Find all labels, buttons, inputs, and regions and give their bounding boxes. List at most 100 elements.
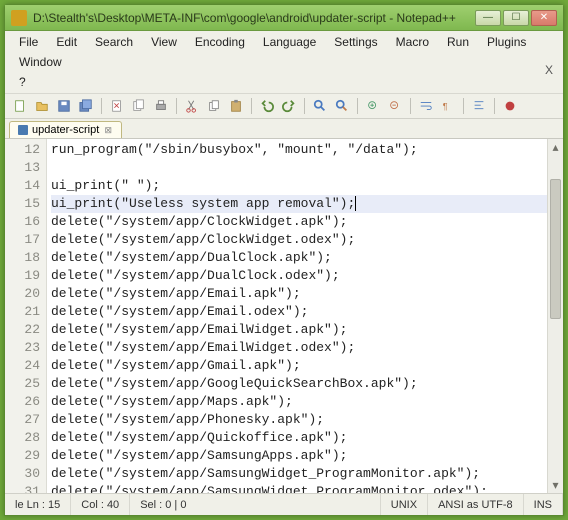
editor: 1213141516171819202122232425262728293031… <box>5 139 563 493</box>
code-line[interactable]: delete("/system/app/ClockWidget.apk"); <box>51 213 559 231</box>
find-icon[interactable] <box>311 97 329 115</box>
code-line[interactable]: delete("/system/app/SamsungWidget_Progra… <box>51 483 559 493</box>
replace-icon[interactable] <box>333 97 351 115</box>
close-all-icon[interactable] <box>130 97 148 115</box>
line-number: 17 <box>7 231 40 249</box>
line-number: 16 <box>7 213 40 231</box>
menu-search[interactable]: Search <box>87 33 141 51</box>
zoom-in-icon[interactable] <box>364 97 382 115</box>
app-window: D:\Stealth's\Desktop\META-INF\com\google… <box>4 4 564 516</box>
menu-view[interactable]: View <box>143 33 185 51</box>
svg-text:¶: ¶ <box>443 102 448 112</box>
line-number: 15 <box>7 195 40 213</box>
code-line[interactable]: delete("/system/app/EmailWidget.apk"); <box>51 321 559 339</box>
redo-icon[interactable] <box>280 97 298 115</box>
line-number: 21 <box>7 303 40 321</box>
paste-icon[interactable] <box>227 97 245 115</box>
zoom-out-icon[interactable] <box>386 97 404 115</box>
code-line[interactable]: run_program("/sbin/busybox", "mount", "/… <box>51 141 559 159</box>
line-number: 27 <box>7 411 40 429</box>
status-line: le Ln : 15 <box>5 494 71 515</box>
line-number: 22 <box>7 321 40 339</box>
code-line[interactable]: ui_print(" "); <box>51 177 559 195</box>
code-line[interactable]: delete("/system/app/SamsungWidget_Progra… <box>51 465 559 483</box>
line-number: 14 <box>7 177 40 195</box>
line-number: 25 <box>7 375 40 393</box>
scroll-down-icon[interactable]: ▾ <box>548 477 563 493</box>
open-file-icon[interactable] <box>33 97 51 115</box>
code-line[interactable]: delete("/system/app/Maps.apk"); <box>51 393 559 411</box>
close-file-icon[interactable] <box>108 97 126 115</box>
status-eol: UNIX <box>381 494 428 515</box>
code-line[interactable]: delete("/system/app/EmailWidget.odex"); <box>51 339 559 357</box>
line-number: 29 <box>7 447 40 465</box>
code-line[interactable]: delete("/system/app/Quickoffice.apk"); <box>51 429 559 447</box>
toolbar: ¶ <box>5 94 563 119</box>
app-icon <box>11 10 27 26</box>
copy-icon[interactable] <box>205 97 223 115</box>
code-line[interactable]: delete("/system/app/ClockWidget.odex"); <box>51 231 559 249</box>
cut-icon[interactable] <box>183 97 201 115</box>
save-icon[interactable] <box>55 97 73 115</box>
save-all-icon[interactable] <box>77 97 95 115</box>
titlebar[interactable]: D:\Stealth's\Desktop\META-INF\com\google… <box>5 5 563 31</box>
maximize-button[interactable]: ☐ <box>503 10 529 26</box>
minimize-button[interactable]: — <box>475 10 501 26</box>
code-line[interactable]: delete("/system/app/GoogleQuickSearchBox… <box>51 375 559 393</box>
status-sel: Sel : 0 | 0 <box>130 494 381 515</box>
vertical-scrollbar[interactable]: ▴ ▾ <box>547 139 563 493</box>
line-number: 26 <box>7 393 40 411</box>
code-line[interactable]: delete("/system/app/DualClock.apk"); <box>51 249 559 267</box>
tab-close-icon[interactable]: ⊠ <box>103 125 113 135</box>
show-all-icon[interactable]: ¶ <box>439 97 457 115</box>
scroll-up-icon[interactable]: ▴ <box>548 139 563 155</box>
menu-file[interactable]: File <box>11 33 46 51</box>
menu-language[interactable]: Language <box>255 33 324 51</box>
new-file-icon[interactable] <box>11 97 29 115</box>
line-number: 23 <box>7 339 40 357</box>
window-title: D:\Stealth's\Desktop\META-INF\com\google… <box>33 11 475 25</box>
menu-encoding[interactable]: Encoding <box>187 33 253 51</box>
window-buttons: — ☐ ✕ <box>475 10 557 26</box>
tab-label: updater-script <box>32 124 99 136</box>
code-line[interactable]: delete("/system/app/Email.apk"); <box>51 285 559 303</box>
menubar: File Edit Search View Encoding Language … <box>5 31 563 94</box>
code-line[interactable]: delete("/system/app/Email.odex"); <box>51 303 559 321</box>
code-line[interactable]: delete("/system/app/Phonesky.apk"); <box>51 411 559 429</box>
menu-macro[interactable]: Macro <box>388 33 437 51</box>
indent-guide-icon[interactable] <box>470 97 488 115</box>
code-area[interactable]: run_program("/sbin/busybox", "mount", "/… <box>47 139 563 493</box>
close-button[interactable]: ✕ <box>531 10 557 26</box>
tab-updater-script[interactable]: updater-script ⊠ <box>9 121 122 138</box>
close-panel-icon[interactable]: X <box>545 63 553 77</box>
line-number: 12 <box>7 141 40 159</box>
line-number: 19 <box>7 267 40 285</box>
code-line[interactable]: delete("/system/app/DualClock.odex"); <box>51 267 559 285</box>
code-line[interactable]: delete("/system/app/Gmail.apk"); <box>51 357 559 375</box>
menu-settings[interactable]: Settings <box>326 33 385 51</box>
line-number: 20 <box>7 285 40 303</box>
code-line[interactable]: ui_print("Useless system app removal"); <box>51 195 559 213</box>
tabbar: updater-script ⊠ <box>5 119 563 139</box>
menu-run[interactable]: Run <box>439 33 477 51</box>
status-col: Col : 40 <box>71 494 130 515</box>
statusbar: le Ln : 15 Col : 40 Sel : 0 | 0 UNIX ANS… <box>5 493 563 515</box>
scroll-thumb[interactable] <box>550 179 561 319</box>
line-number: 18 <box>7 249 40 267</box>
menu-help[interactable]: ? <box>11 73 34 91</box>
menu-window[interactable]: Window <box>11 53 70 71</box>
record-macro-icon[interactable] <box>501 97 519 115</box>
wordwrap-icon[interactable] <box>417 97 435 115</box>
code-line[interactable]: delete("/system/app/SamsungApps.apk"); <box>51 447 559 465</box>
status-mode: INS <box>524 494 563 515</box>
line-number: 24 <box>7 357 40 375</box>
menu-plugins[interactable]: Plugins <box>479 33 534 51</box>
menu-edit[interactable]: Edit <box>48 33 85 51</box>
line-number: 13 <box>7 159 40 177</box>
line-number: 31 <box>7 483 40 493</box>
line-number-gutter: 1213141516171819202122232425262728293031 <box>5 139 47 493</box>
print-icon[interactable] <box>152 97 170 115</box>
undo-icon[interactable] <box>258 97 276 115</box>
code-line[interactable] <box>51 159 559 177</box>
status-encoding: ANSI as UTF-8 <box>428 494 524 515</box>
